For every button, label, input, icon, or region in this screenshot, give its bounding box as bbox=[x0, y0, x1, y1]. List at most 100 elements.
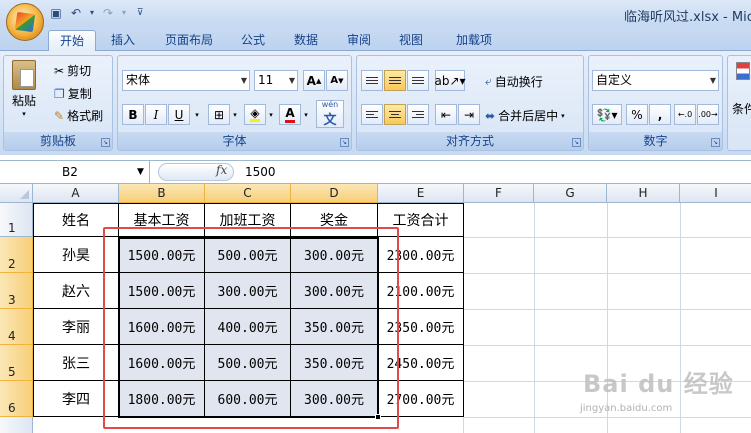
underline-dropdown[interactable]: ▾ bbox=[191, 104, 203, 125]
column-header[interactable]: B bbox=[119, 184, 205, 203]
column-header[interactable]: H bbox=[607, 184, 680, 203]
format-painter-button[interactable]: ✎ 格式刷 bbox=[54, 107, 103, 124]
name-cell[interactable]: 赵六 bbox=[33, 273, 119, 309]
data-cell[interactable]: 2450.00元 bbox=[378, 345, 464, 381]
data-cell[interactable]: 2350.00元 bbox=[378, 309, 464, 345]
header-cell[interactable]: 基本工资 bbox=[119, 203, 205, 237]
tab-view[interactable]: 视图 bbox=[390, 30, 432, 51]
align-left-icon[interactable] bbox=[361, 104, 383, 125]
font-color-dropdown[interactable]: ▾ bbox=[301, 104, 311, 125]
row-header[interactable]: 5 bbox=[0, 345, 33, 381]
data-cell[interactable]: 1800.00元 bbox=[119, 381, 205, 417]
border-dropdown[interactable]: ▾ bbox=[230, 104, 240, 125]
phonetic-button[interactable]: wén 文 bbox=[316, 100, 344, 128]
undo-dropdown-icon[interactable]: ▾ bbox=[88, 5, 96, 21]
merge-center-button[interactable]: ⬌ 合并后居中 ▾ bbox=[485, 107, 565, 124]
data-cell[interactable]: 1600.00元 bbox=[119, 345, 205, 381]
data-cell[interactable]: 400.00元 bbox=[205, 309, 291, 345]
font-color-button[interactable]: A bbox=[279, 104, 301, 125]
tab-review[interactable]: 审阅 bbox=[338, 30, 380, 51]
data-cell[interactable]: 350.00元 bbox=[291, 309, 378, 345]
number-format-select[interactable]: 自定义 ▼ bbox=[592, 70, 719, 91]
redo-icon[interactable]: ↷ bbox=[100, 5, 116, 21]
align-right-icon[interactable] bbox=[407, 104, 429, 125]
font-name-select[interactable]: 宋体 ▼ bbox=[122, 70, 250, 91]
name-cell[interactable]: 李四 bbox=[33, 381, 119, 417]
data-cell[interactable]: 1600.00元 bbox=[119, 309, 205, 345]
align-middle-icon[interactable] bbox=[384, 70, 406, 91]
align-top-icon[interactable] bbox=[361, 70, 383, 91]
increase-decimal-icon[interactable]: ←.0 bbox=[674, 104, 696, 125]
fill-color-icon[interactable]: ◈ bbox=[244, 104, 266, 125]
header-cell[interactable]: 工资合计 bbox=[378, 203, 464, 237]
office-button[interactable] bbox=[6, 3, 44, 41]
decrease-decimal-icon[interactable]: .00→ bbox=[697, 104, 719, 125]
data-cell[interactable]: 600.00元 bbox=[205, 381, 291, 417]
save-icon[interactable]: ▣ bbox=[48, 5, 64, 21]
column-header[interactable]: A bbox=[33, 184, 119, 203]
data-cell[interactable]: 2700.00元 bbox=[378, 381, 464, 417]
undo-icon[interactable]: ↶ bbox=[68, 5, 84, 21]
data-cell[interactable]: 1500.00元 bbox=[119, 273, 205, 309]
grow-font-button[interactable]: A ▲ bbox=[303, 70, 325, 91]
name-cell[interactable]: 李丽 bbox=[33, 309, 119, 345]
conditional-format-label[interactable]: 条件 bbox=[732, 100, 751, 117]
name-cell[interactable]: 张三 bbox=[33, 345, 119, 381]
header-cell[interactable]: 加班工资 bbox=[205, 203, 291, 237]
data-cell[interactable]: 300.00元 bbox=[291, 381, 378, 417]
column-header[interactable]: I bbox=[680, 184, 751, 203]
column-header[interactable]: F bbox=[464, 184, 534, 203]
tab-formulas[interactable]: 公式 bbox=[232, 30, 274, 51]
function-icon[interactable]: fx bbox=[216, 163, 227, 177]
header-cell[interactable]: 姓名 bbox=[33, 203, 119, 237]
row-header[interactable]: 1 bbox=[0, 203, 33, 237]
data-cell[interactable]: 500.00元 bbox=[205, 345, 291, 381]
tab-home[interactable]: 开始 bbox=[48, 30, 96, 51]
tab-page-layout[interactable]: 页面布局 bbox=[154, 30, 224, 51]
column-header[interactable]: E bbox=[378, 184, 464, 203]
tab-data[interactable]: 数据 bbox=[285, 30, 327, 51]
paste-button[interactable]: 粘贴 ▾ bbox=[12, 60, 36, 118]
redo-dropdown-icon[interactable]: ▾ bbox=[120, 5, 128, 21]
fill-color-dropdown[interactable]: ▾ bbox=[266, 104, 276, 125]
row-header[interactable]: 3 bbox=[0, 273, 33, 309]
orientation-icon[interactable]: ab↗▾ bbox=[434, 70, 466, 91]
column-header[interactable]: C bbox=[205, 184, 291, 203]
row-header[interactable]: 6 bbox=[0, 381, 33, 417]
data-cell[interactable]: 500.00元 bbox=[205, 237, 291, 273]
border-icon[interactable]: ⊞ bbox=[208, 104, 230, 125]
increase-indent-icon[interactable]: ⇥ bbox=[458, 104, 480, 125]
data-cell[interactable]: 300.00元 bbox=[291, 237, 378, 273]
select-all-button[interactable] bbox=[0, 184, 33, 203]
decrease-indent-icon[interactable]: ⇤ bbox=[435, 104, 457, 125]
name-cell[interactable]: 孙昊 bbox=[33, 237, 119, 273]
wrap-text-button[interactable]: ⤶ 自动换行 bbox=[485, 73, 543, 90]
row-header[interactable]: 4 bbox=[0, 309, 33, 345]
bold-button[interactable]: B bbox=[122, 104, 144, 125]
tab-insert[interactable]: 插入 bbox=[102, 30, 144, 51]
number-launcher[interactable]: ↘ bbox=[711, 138, 720, 147]
empty-row-7[interactable] bbox=[33, 417, 464, 433]
data-cell[interactable]: 350.00元 bbox=[291, 345, 378, 381]
cut-button[interactable]: ✂ 剪切 bbox=[54, 62, 91, 79]
header-cell[interactable]: 奖金 bbox=[291, 203, 378, 237]
underline-button[interactable]: U bbox=[168, 104, 190, 125]
row-header[interactable]: 2 bbox=[0, 237, 33, 273]
percent-button[interactable]: % bbox=[626, 104, 648, 125]
align-center-icon[interactable] bbox=[384, 104, 406, 125]
italic-button[interactable]: I bbox=[145, 104, 167, 125]
shrink-font-button[interactable]: A ▼ bbox=[326, 70, 348, 91]
data-cell[interactable]: 300.00元 bbox=[205, 273, 291, 309]
fill-handle[interactable] bbox=[375, 414, 381, 420]
copy-button[interactable]: ❐ 复制 bbox=[54, 85, 92, 102]
column-header[interactable]: D bbox=[291, 184, 378, 203]
data-cell[interactable]: 300.00元 bbox=[291, 273, 378, 309]
row-header[interactable] bbox=[0, 417, 33, 433]
data-cell[interactable]: 1500.00元 bbox=[119, 237, 205, 273]
formula-input[interactable]: 1500 bbox=[245, 165, 276, 179]
name-box[interactable]: B2 ▼ bbox=[0, 161, 150, 183]
alignment-launcher[interactable]: ↘ bbox=[572, 138, 581, 147]
tab-addins[interactable]: 加载项 bbox=[446, 30, 502, 51]
data-cell[interactable]: 2300.00元 bbox=[378, 237, 464, 273]
customize-icon[interactable]: ⊽ bbox=[132, 5, 148, 21]
